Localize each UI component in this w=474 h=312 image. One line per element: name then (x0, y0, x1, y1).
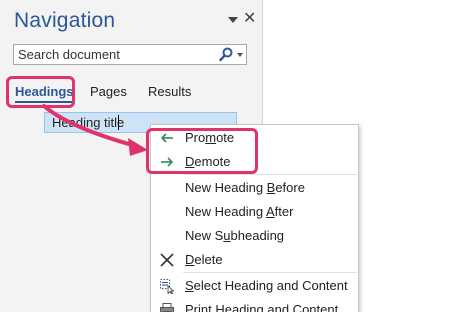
menu-separator (183, 174, 357, 175)
menu-item-print-heading-and-content[interactable]: Print Heading and Content (151, 298, 358, 312)
search-box[interactable] (13, 44, 247, 65)
search-icon[interactable] (218, 46, 234, 63)
heading-tree-item-label: Heading title (52, 115, 125, 130)
close-icon[interactable]: ✕ (243, 9, 256, 29)
pane-title: Navigation (14, 9, 116, 32)
menu-item-label: Select Heading and Content (185, 278, 348, 293)
tab-results[interactable]: Results (148, 84, 191, 99)
chevron-down-icon[interactable] (237, 53, 243, 57)
menu-item-new-subheading[interactable]: New Subheading (151, 224, 358, 248)
menu-item-label: New Subheading (185, 228, 285, 243)
select-heading-icon (160, 279, 175, 294)
menu-item-select-heading-and-content[interactable]: Select Heading and Content (151, 274, 358, 298)
search-input[interactable] (18, 46, 208, 63)
menu-item-label: New Heading Before (185, 180, 305, 195)
menu-item-new-heading-before[interactable]: New Heading Before (151, 176, 358, 200)
headings-tab-callout (6, 76, 75, 108)
tab-pages[interactable]: Pages (90, 84, 127, 99)
text-cursor (118, 115, 119, 130)
menu-item-label: Delete (185, 252, 223, 267)
menu-separator (183, 272, 357, 273)
menu-item-delete[interactable]: Delete (151, 248, 358, 272)
print-icon (160, 303, 174, 312)
menu-item-label: Print Heading and Content (185, 302, 339, 312)
word-window: Navigation ✕ Headings Pages Results Head… (0, 0, 474, 312)
delete-x-icon (160, 253, 174, 267)
dropdown-arrow-icon[interactable] (228, 17, 238, 23)
menu-item-new-heading-after[interactable]: New Heading After (151, 200, 358, 224)
menu-item-label: New Heading After (185, 204, 294, 219)
promote-demote-callout (146, 128, 258, 174)
